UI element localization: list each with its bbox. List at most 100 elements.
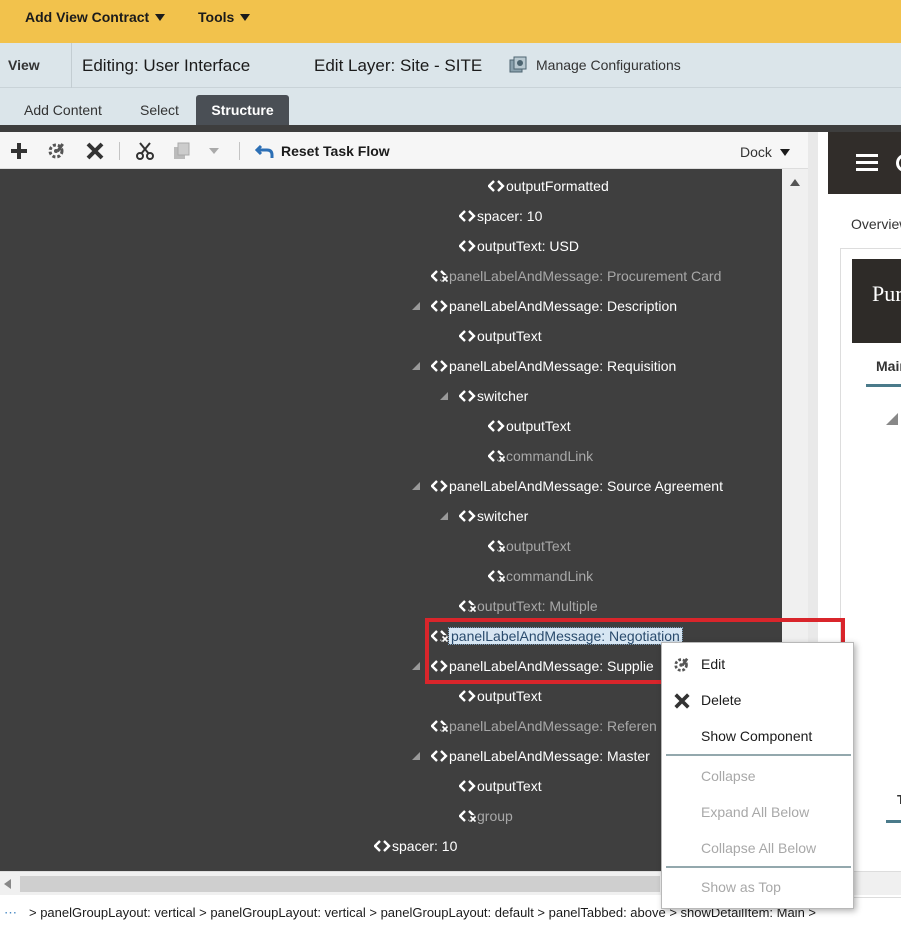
tree-node-label: spacer: 10 (392, 838, 458, 854)
tree-node[interactable]: outputText (458, 325, 542, 347)
tools-label: Tools (198, 9, 235, 25)
tree-node[interactable]: panelLabelAndMessage: Supplie (412, 655, 654, 677)
tree-node[interactable]: panelLabelAndMessage: Description (412, 295, 677, 317)
add-icon[interactable] (9, 141, 29, 161)
tree-node[interactable]: spacer: 10 (458, 205, 543, 227)
tree-node[interactable]: panelLabelAndMessage: Referen (430, 715, 657, 737)
tree-node[interactable]: panelLabelAndMessage: Negotiation (430, 625, 683, 647)
tree-node[interactable]: panelLabelAndMessage: Requisition (412, 355, 676, 377)
expand-triangle-icon[interactable] (412, 752, 420, 760)
manage-configurations-label: Manage Configurations (536, 57, 681, 73)
component-hidden-tag-icon (458, 808, 477, 824)
edit-gear-icon[interactable] (47, 141, 67, 161)
context-menu-show-as-top[interactable]: Show as Top (662, 870, 853, 904)
divider (666, 754, 851, 756)
tree-node[interactable]: outputText (458, 685, 542, 707)
component-hidden-tag-icon (430, 718, 449, 734)
tree-node[interactable]: outputText (487, 535, 571, 557)
tree-node-label: switcher (477, 388, 529, 404)
tree-node-label: panelLabelAndMessage: Referen (449, 718, 657, 734)
tools-menu[interactable]: Tools (198, 9, 251, 25)
tree-node-label: panelLabelAndMessage: Procurement Card (449, 268, 722, 284)
tab-bar: Add Content Select Structure (0, 88, 901, 125)
context-menu-expand-all-below[interactable]: Expand All Below (662, 795, 853, 829)
chevron-down-icon[interactable] (206, 141, 222, 161)
component-tag-icon (458, 688, 477, 704)
view-menu[interactable]: View (8, 57, 40, 73)
component-tag-icon (373, 838, 392, 854)
tree-node[interactable]: switcher (440, 385, 529, 407)
preview-collapse-icon[interactable] (886, 413, 898, 425)
component-hidden-tag-icon (487, 448, 506, 464)
tree-node-label: panelLabelAndMessage: Supplie (449, 658, 654, 674)
tree-node[interactable]: commandLink (487, 565, 594, 587)
hamburger-menu-icon[interactable] (856, 154, 878, 172)
component-tag-icon (487, 178, 506, 194)
tree-node[interactable]: spacer: 10 (373, 835, 458, 857)
context-menu-collapse[interactable]: Collapse (662, 759, 853, 793)
expand-triangle-icon[interactable] (440, 392, 448, 400)
expand-triangle-icon[interactable] (440, 512, 448, 520)
expand-triangle-icon[interactable] (412, 362, 420, 370)
reset-task-flow-label: Reset Task Flow (281, 143, 390, 159)
context-menu-collapse-all-below-label: Collapse All Below (701, 840, 817, 856)
chevron-down-icon (779, 148, 790, 156)
tree-node[interactable]: outputText: USD (458, 235, 579, 257)
component-tag-icon (430, 358, 449, 374)
tree-node[interactable]: outputText: Multiple (458, 595, 598, 617)
preview-tab-main[interactable]: Main (876, 358, 901, 374)
tree-node[interactable]: panelLabelAndMessage: Master (412, 745, 650, 767)
tree-node-label: commandLink (506, 568, 594, 584)
copy-icon[interactable] (172, 141, 192, 161)
add-view-contract-label: Add View Contract (25, 9, 150, 25)
tree-node[interactable]: outputFormatted (487, 175, 609, 197)
component-hidden-tag-icon (458, 598, 477, 614)
expand-triangle-icon[interactable] (412, 302, 420, 310)
context-menu-delete[interactable]: Delete (662, 683, 853, 717)
tab-add-content[interactable]: Add Content (12, 95, 114, 125)
scrollbar-thumb[interactable] (20, 876, 660, 892)
tree-node[interactable]: group (458, 805, 513, 827)
tree-node-label: switcher (477, 508, 529, 524)
context-menu-edit[interactable]: Edit (662, 647, 853, 681)
expand-triangle-icon[interactable] (412, 662, 420, 670)
tab-select[interactable]: Select (128, 95, 191, 125)
reset-task-flow-button[interactable]: Reset Task Flow (255, 142, 390, 160)
divider (666, 866, 851, 868)
tree-node[interactable]: outputText (487, 415, 571, 437)
tab-structure[interactable]: Structure (196, 95, 289, 125)
chevron-down-icon (155, 13, 166, 21)
add-view-contract-menu[interactable]: Add View Contract (25, 9, 166, 25)
context-menu-edit-label: Edit (701, 656, 726, 672)
expand-triangle-icon[interactable] (412, 482, 420, 490)
preview-overview-link[interactable]: Overview (851, 216, 901, 232)
context-menu-collapse-all-below[interactable]: Collapse All Below (662, 831, 853, 865)
manage-configurations-link[interactable]: Manage Configurations (508, 56, 681, 74)
context-menu-show-component-label: Show Component (701, 728, 813, 744)
context-menu-show-component[interactable]: Show Component (662, 719, 853, 753)
tree-node[interactable]: switcher (440, 505, 529, 527)
preview-banner-title: Pur (872, 281, 901, 306)
dock-menu[interactable]: Dock (740, 144, 790, 160)
scroll-up-arrow-icon[interactable] (790, 179, 800, 186)
component-tag-icon (430, 298, 449, 314)
component-tag-icon (430, 478, 449, 494)
tree-node[interactable]: commandLink (487, 445, 593, 467)
component-hidden-tag-icon (430, 268, 449, 284)
tree-node[interactable]: panelLabelAndMessage: Source Agreement (412, 475, 723, 497)
tree-node[interactable]: outputText (458, 775, 542, 797)
divider (119, 142, 120, 160)
divider (239, 142, 240, 160)
tree-node-label: outputText (506, 538, 571, 554)
undo-icon (255, 144, 274, 158)
cut-icon[interactable] (135, 141, 155, 161)
scroll-left-arrow-icon[interactable] (4, 879, 11, 889)
ellipsis-icon[interactable]: ⋯ (4, 905, 17, 920)
component-hidden-tag-icon (430, 628, 449, 644)
context-menu-delete-label: Delete (701, 692, 742, 708)
tree-node-label: spacer: 10 (477, 208, 543, 224)
delete-icon[interactable] (85, 141, 105, 161)
tree-node[interactable]: panelLabelAndMessage: Procurement Card (430, 265, 722, 287)
preview-tab-te[interactable]: Te (897, 792, 901, 807)
tree-node-label: outputText (477, 328, 542, 344)
